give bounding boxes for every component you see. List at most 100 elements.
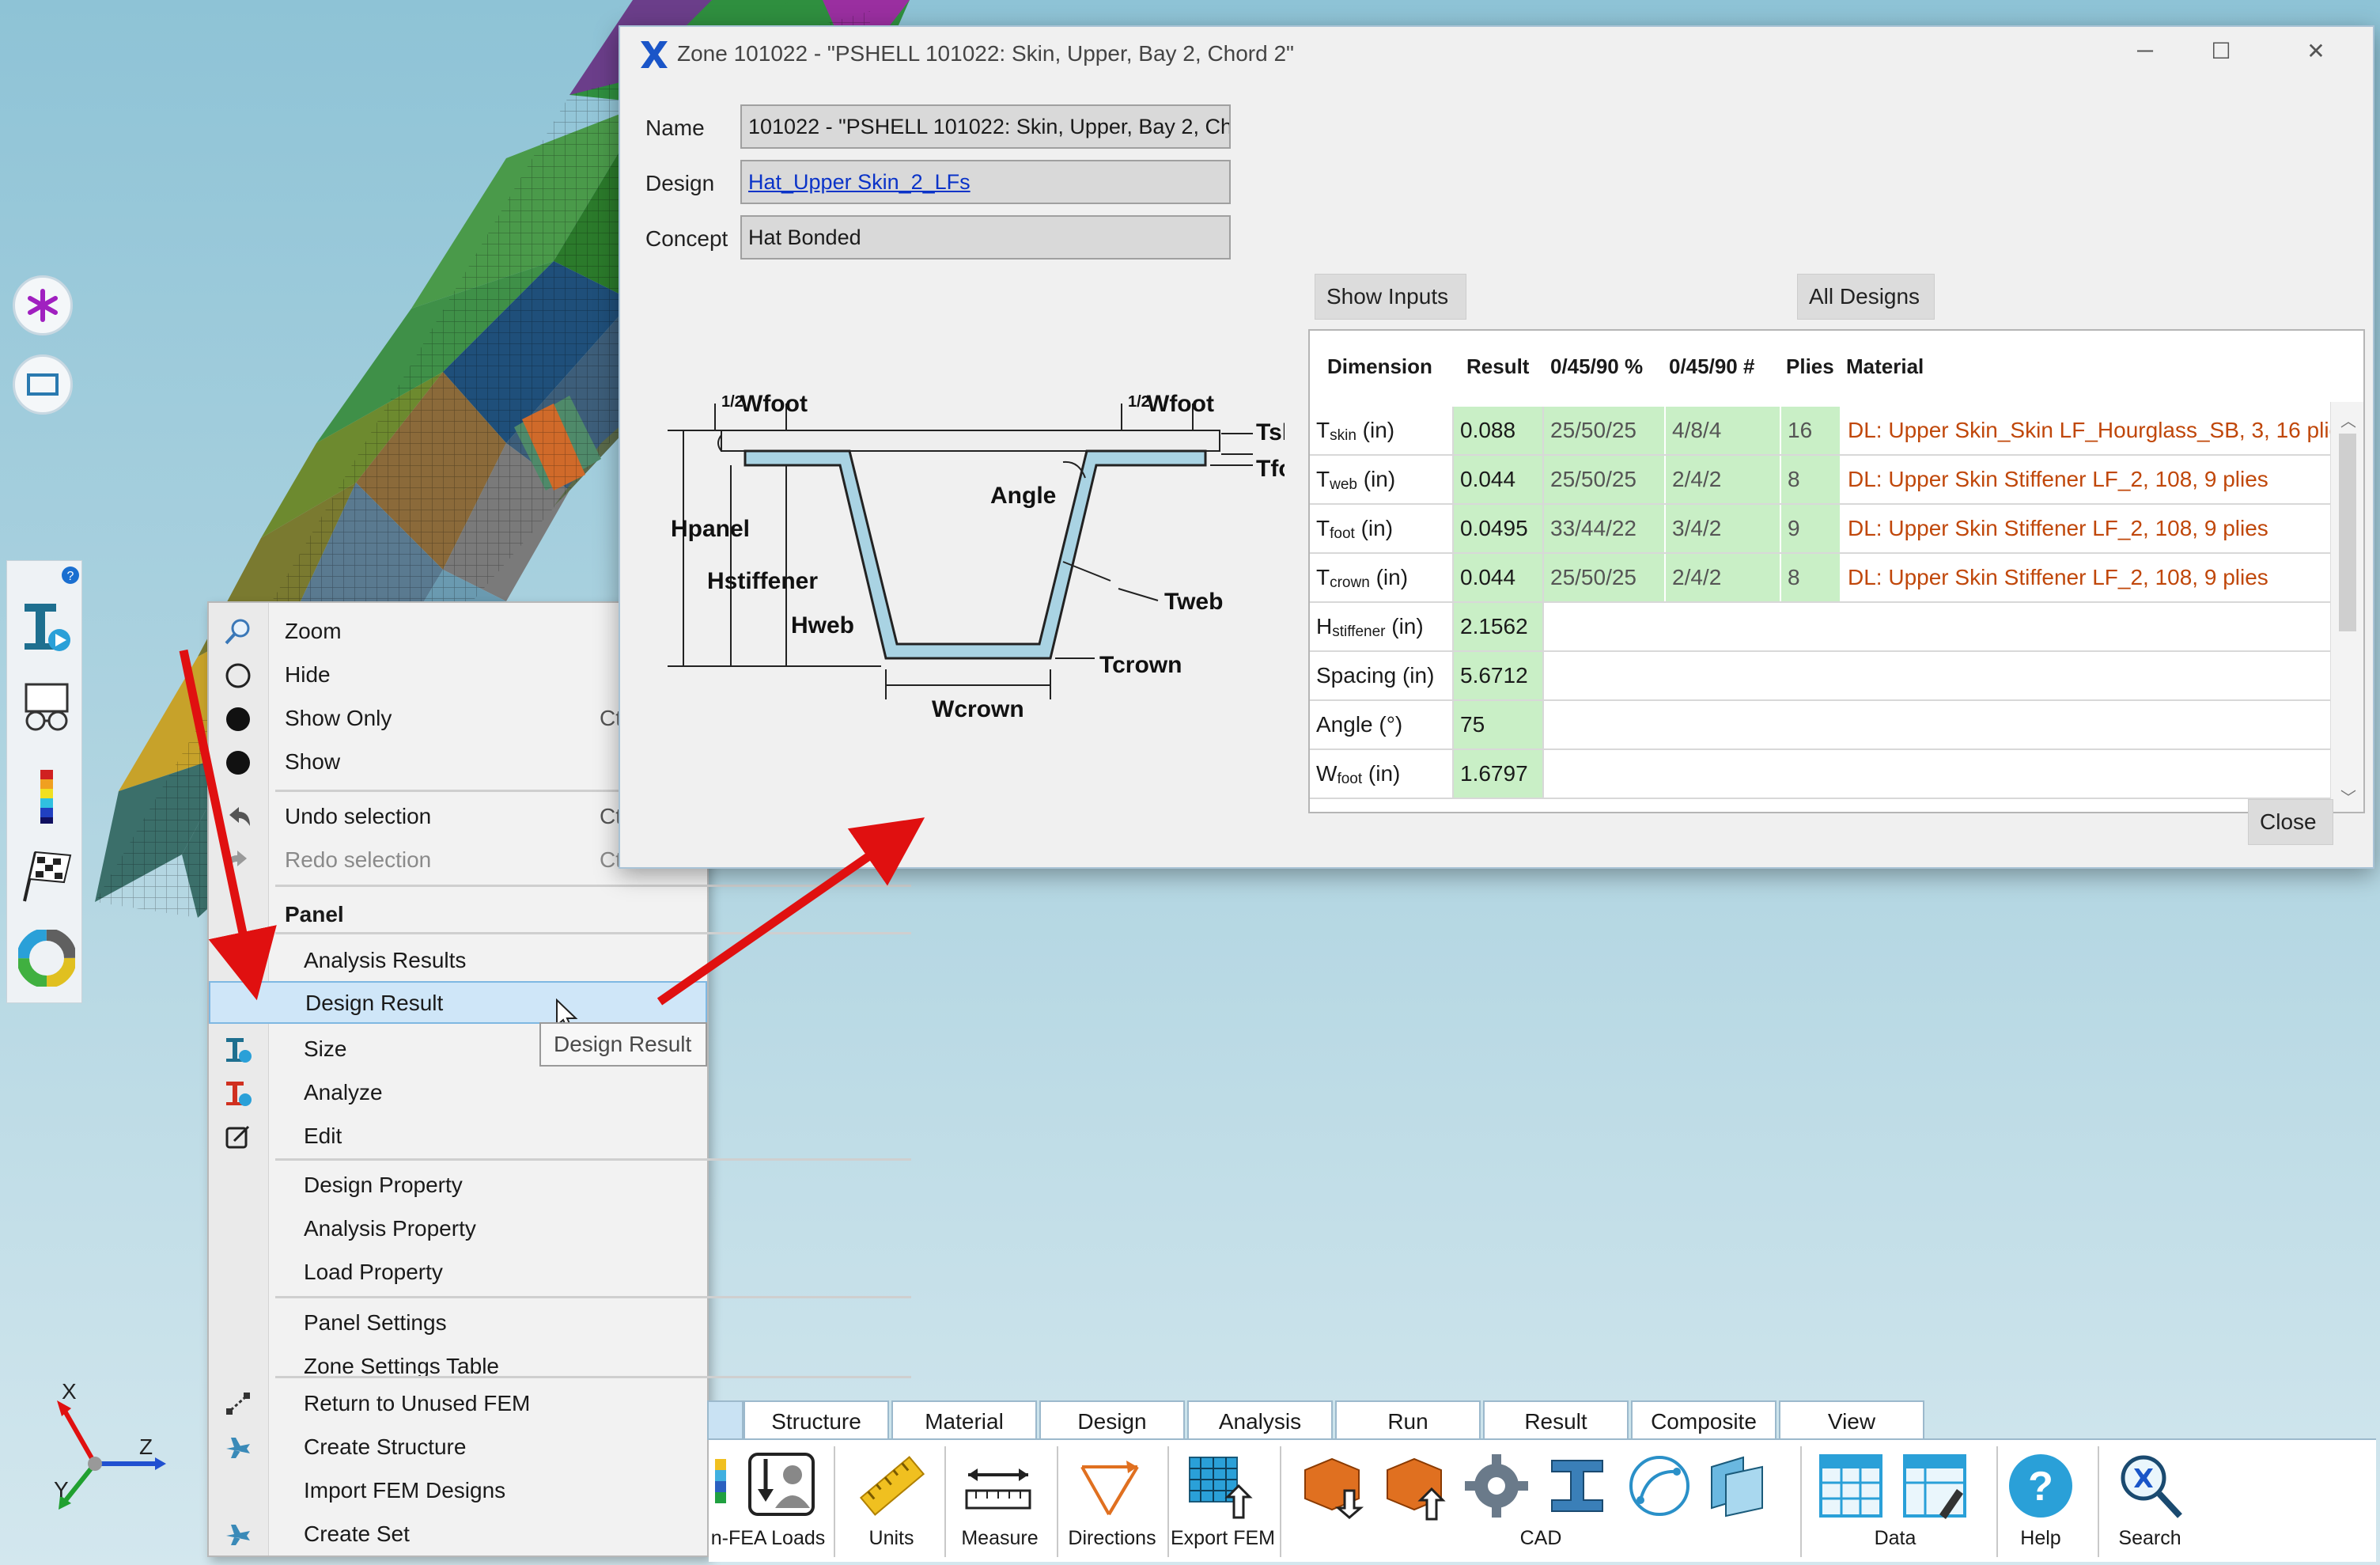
menu-item-analysis-property[interactable]: Analysis Property — [209, 1207, 707, 1249]
col-header-material: Material — [1846, 354, 1924, 378]
measure-icon[interactable] — [963, 1451, 1033, 1521]
ribbon-tab-view[interactable]: View — [1779, 1400, 1924, 1440]
zone-design-result-dialog: Zone 101022 - "PSHELL 101022: Skin, Uppe… — [619, 25, 2374, 869]
axis-x-label: X — [62, 1379, 77, 1404]
table-scrollbar[interactable]: ︿ ﹀ — [2330, 402, 2363, 812]
cell-dimension: Hstiffener (in) — [1316, 614, 1424, 640]
table-row[interactable]: Tweb (in) 0.044 25/50/25 2/4/2 8 DL: Upper Sk… — [1310, 456, 2330, 505]
design-link[interactable]: Hat_Upper Skin_2_LFs — [748, 170, 971, 194]
menu-item-edit[interactable]: Edit — [209, 1114, 707, 1157]
table-row[interactable]: Tcrown (in) 0.044 25/50/25 2/4/2 8 DL: Upper … — [1310, 554, 2330, 603]
cad-import-icon[interactable] — [1297, 1451, 1367, 1521]
menu-item-return-unused-fem[interactable]: Return to Unused FEM — [209, 1381, 707, 1424]
ribbon-tab-analysis[interactable]: Analysis — [1187, 1400, 1333, 1440]
cell-plies: 8 — [1781, 456, 1840, 503]
col-header-num: 0/45/90 # — [1669, 354, 1755, 378]
asterisk-icon — [28, 289, 58, 322]
menu-item-create-structure[interactable]: Create Structure — [209, 1425, 707, 1468]
help-icon[interactable]: ? — [2006, 1451, 2075, 1521]
cell-dimension: Tskin (in) — [1316, 418, 1395, 444]
fem-link-icon — [226, 1393, 250, 1415]
directions-icon[interactable] — [1074, 1451, 1144, 1521]
name-field[interactable]: 101022 - "PSHELL 101022: Skin, Upper, Ba… — [740, 104, 1231, 149]
table-row[interactable]: Angle (°) 75 — [1310, 701, 2330, 750]
close-button[interactable]: Close — [2248, 799, 2333, 845]
export-fem-icon[interactable] — [1186, 1451, 1256, 1521]
name-label: Name — [645, 116, 705, 140]
filled-circle-icon — [226, 751, 250, 775]
ribbon-tab-result[interactable]: Result — [1483, 1400, 1629, 1440]
menu-item-load-property[interactable]: Load Property — [209, 1250, 707, 1293]
menu-item-design-property[interactable]: Design Property — [209, 1163, 707, 1206]
dim-hpanel: Hpanel — [671, 516, 750, 542]
airplane-icon — [226, 1525, 250, 1545]
maximize-button[interactable]: ☐ — [2197, 38, 2245, 70]
minimize-button[interactable]: ─ — [2121, 38, 2169, 70]
table-row[interactable]: Spacing (in) 5.6712 — [1310, 652, 2330, 701]
surface-icon[interactable] — [1702, 1451, 1772, 1521]
ribbon-label-units: Units — [868, 1527, 914, 1549]
box-select-button[interactable] — [13, 354, 73, 415]
menu-item-analysis-results[interactable]: Analysis Results — [209, 938, 707, 981]
dim-tfoot: Tfoot — [1256, 456, 1285, 482]
ribbon-tab-structure[interactable]: Structure — [744, 1400, 889, 1440]
selection-mode-button[interactable] — [13, 275, 73, 335]
ribbon-tab-material[interactable]: Material — [891, 1400, 1037, 1440]
menu-item-import-fem-designs[interactable]: Import FEM Designs — [209, 1468, 707, 1511]
table-row[interactable]: Wfoot (in) 1.6797 — [1310, 750, 2330, 799]
table-row[interactable]: Hstiffener (in) 2.1562 — [1310, 603, 2330, 652]
tab-active-partial[interactable] — [707, 1400, 744, 1440]
ribbon-tab-run[interactable]: Run — [1335, 1400, 1481, 1440]
design-results-table[interactable]: Dimension Result 0/45/90 % 0/45/90 # Pli… — [1308, 329, 2365, 813]
cad-export-icon[interactable] — [1379, 1451, 1449, 1521]
search-icon[interactable] — [2115, 1451, 2185, 1521]
ribbon-label-search: Search — [2118, 1527, 2181, 1549]
gear-icon[interactable] — [1462, 1451, 1531, 1521]
cell-num: 2/4/2 — [1666, 456, 1780, 503]
color-scale-icon[interactable] — [18, 768, 75, 825]
menu-item-analyze[interactable]: Analyze — [209, 1070, 707, 1113]
svg-text:?: ? — [2028, 1464, 2053, 1510]
help-icon[interactable]: ? — [61, 566, 80, 585]
dialog-titlebar[interactable]: Zone 101022 - "PSHELL 101022: Skin, Uppe… — [620, 27, 2373, 82]
data-table-icon[interactable] — [1816, 1451, 1886, 1521]
cell-dimension: Spacing (in) — [1316, 663, 1435, 688]
dim-hweb: Hweb — [791, 612, 854, 639]
cell-result: 2.1562 — [1454, 603, 1542, 650]
curve-icon[interactable] — [1625, 1451, 1694, 1521]
cell-pct: 33/44/22 — [1544, 505, 1664, 552]
all-designs-button[interactable]: All Designs — [1797, 274, 1935, 320]
size-tool-icon[interactable] — [18, 599, 75, 656]
menu-item-panel-settings[interactable]: Panel Settings — [209, 1301, 707, 1343]
ribbon-tab-composite[interactable]: Composite — [1631, 1400, 1776, 1440]
i-beam-icon[interactable] — [1544, 1451, 1614, 1521]
close-window-button[interactable]: ✕ — [2292, 38, 2340, 70]
color-wheel-icon[interactable] — [18, 930, 75, 987]
cell-pct: 25/50/25 — [1544, 554, 1664, 601]
design-label: Design — [645, 171, 715, 195]
redo-icon — [226, 851, 247, 870]
dim-wcrown: Wcrown — [932, 696, 1024, 722]
menu-item-create-set[interactable]: Create Set — [209, 1512, 707, 1555]
col-header-plies: Plies — [1786, 354, 1834, 378]
concept-field[interactable]: Hat Bonded — [740, 215, 1231, 260]
cell-dimension: Tcrown (in) — [1316, 565, 1409, 591]
data-settings-icon[interactable] — [1900, 1451, 1969, 1521]
hat-stiffener-diagram: 1/2 Wfoot 1/2 Wfoot Tskin Tfoot Angle Hp… — [668, 391, 1285, 722]
ribbon-label-measure: Measure — [961, 1527, 1039, 1549]
non-fea-loads-icon[interactable] — [747, 1451, 816, 1521]
ruler-icon[interactable] — [857, 1451, 927, 1521]
cell-num: 4/8/4 — [1666, 407, 1780, 454]
view-glasses-icon[interactable] — [18, 680, 75, 737]
svg-text:?: ? — [67, 570, 74, 583]
checkered-flag-icon[interactable] — [18, 847, 75, 904]
ribbon-label-non-fea-loads: n-FEA Loads — [710, 1527, 826, 1549]
table-row[interactable]: Tfoot (in) 0.0495 33/44/22 3/4/2 9 DL: Upper … — [1310, 505, 2330, 554]
empty-circle-icon — [225, 663, 251, 688]
table-row[interactable]: Tskin (in) 0.088 25/50/25 4/8/4 16 DL: Upper … — [1310, 407, 2330, 456]
design-field[interactable]: Hat_Upper Skin_2_LFs — [740, 160, 1231, 204]
show-inputs-button[interactable]: Show Inputs — [1315, 274, 1466, 320]
ribbon-tab-design[interactable]: Design — [1039, 1400, 1185, 1440]
menu-item-zone-settings-table[interactable]: Zone Settings Table — [209, 1344, 707, 1387]
menu-item-design-result[interactable]: Design Result — [209, 981, 707, 1024]
